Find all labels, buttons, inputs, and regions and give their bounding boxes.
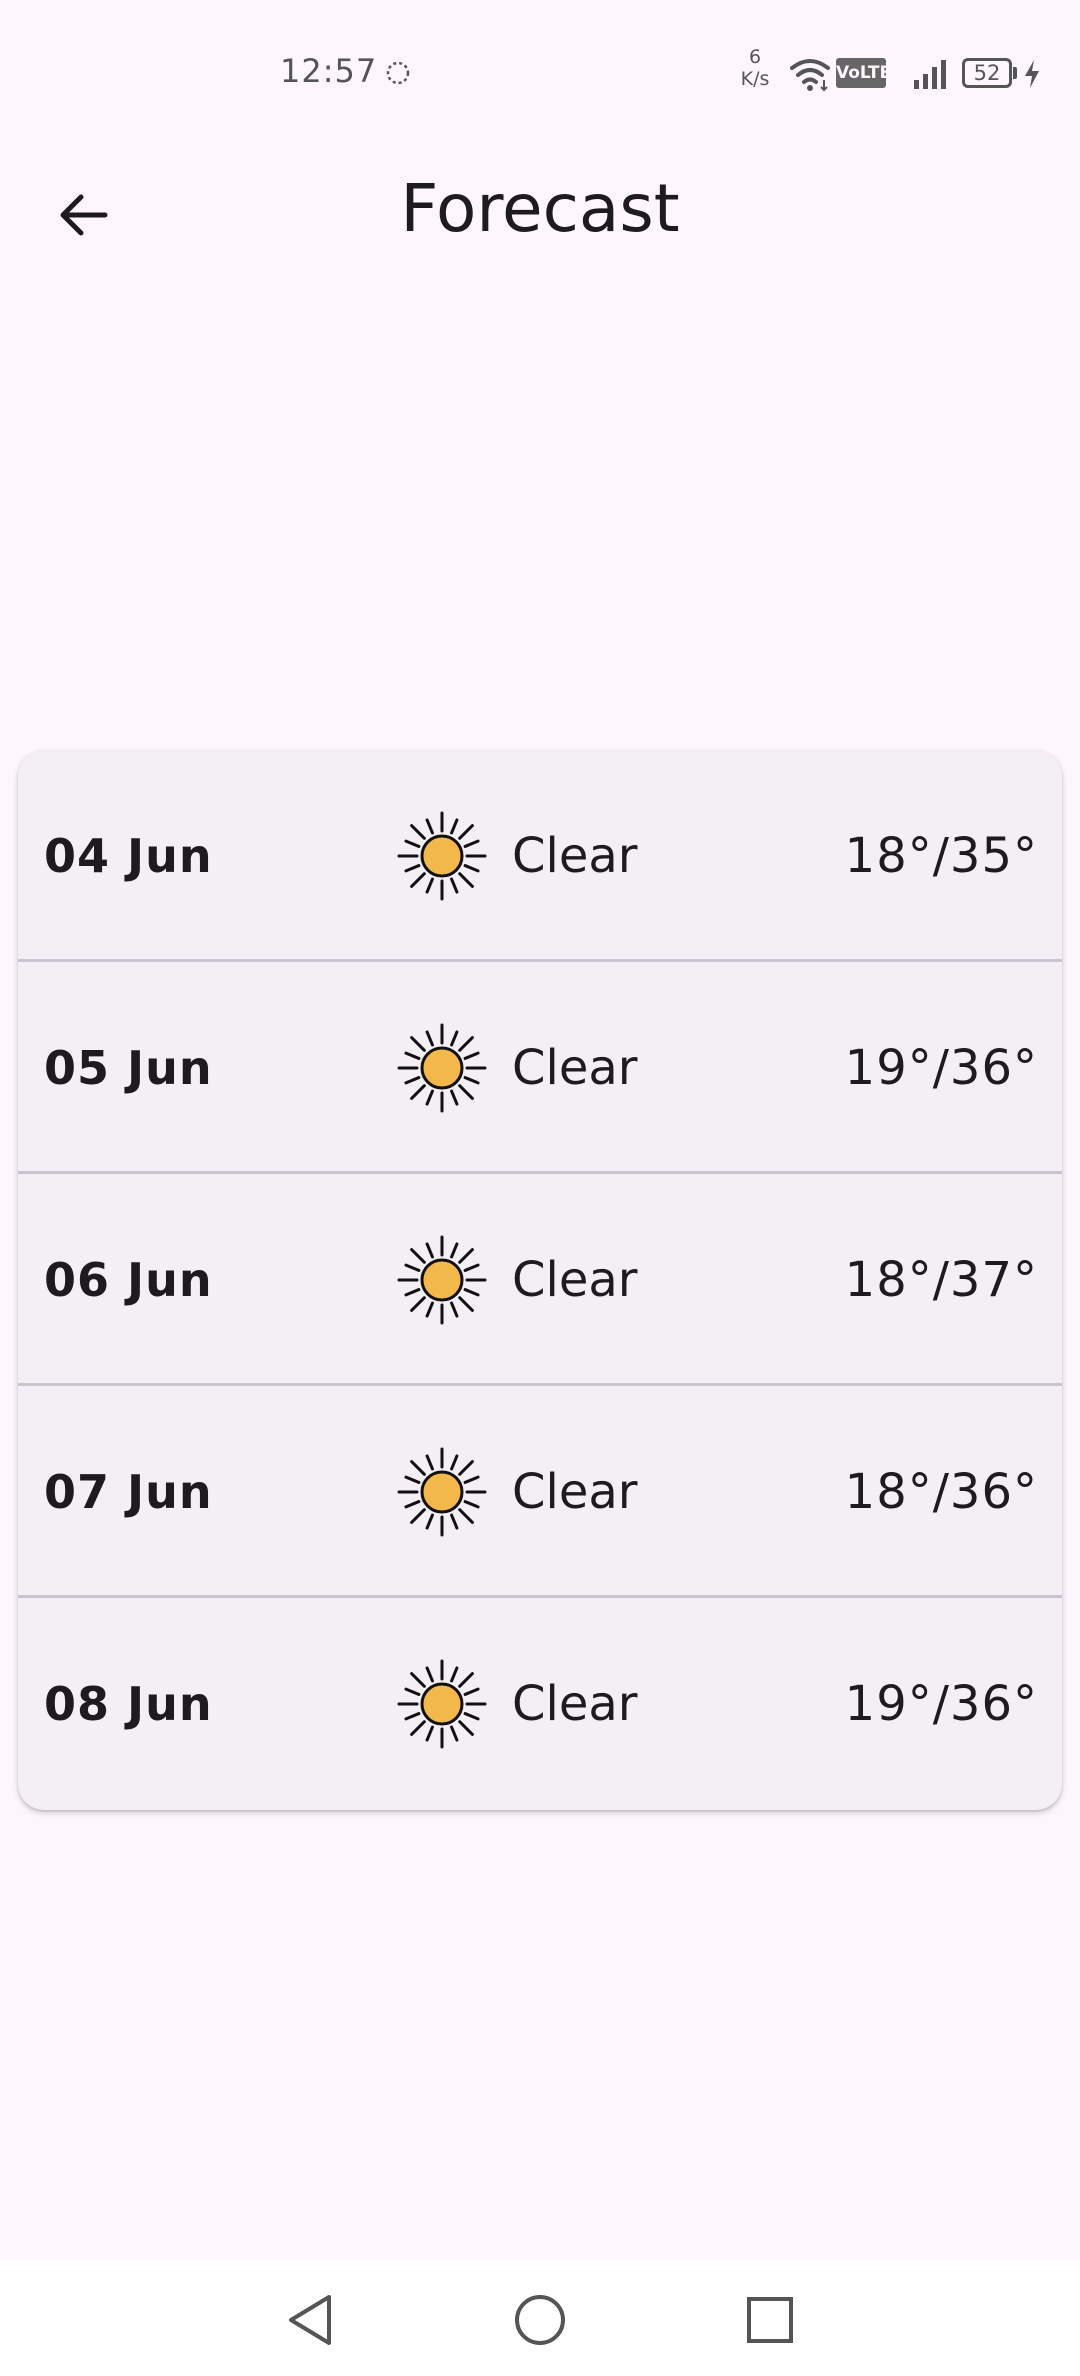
sync-icon <box>386 61 410 85</box>
forecast-row[interactable]: 04 Jun Clear 18°/35° <box>18 750 1062 962</box>
forecast-condition: Clear <box>512 1252 638 1308</box>
forecast-temps: 18°/35° <box>844 828 1038 884</box>
forecast-temps: 18°/37° <box>844 1252 1038 1308</box>
forecast-row[interactable]: 07 Jun Clear 18°/36° <box>18 1386 1062 1598</box>
forecast-row[interactable]: 06 Jun Clear 18°/37° <box>18 1174 1062 1386</box>
network-speed-value: 6 <box>748 46 762 68</box>
forecast-temps: 19°/36° <box>844 1040 1038 1096</box>
forecast-temps: 18°/36° <box>844 1464 1038 1520</box>
sun-icon <box>397 1023 487 1113</box>
nav-home-icon <box>515 2295 565 2345</box>
nav-recents-icon <box>747 2297 793 2343</box>
forecast-date: 05 Jun <box>44 1041 213 1095</box>
battery-icon: 52 <box>962 58 1012 88</box>
sun-icon <box>397 1235 487 1325</box>
signal-icon <box>914 60 946 89</box>
nav-back-button[interactable] <box>280 2290 340 2350</box>
forecast-row[interactable]: 05 Jun Clear 19°/36° <box>18 962 1062 1174</box>
sun-icon <box>397 1447 487 1537</box>
nav-home-button[interactable] <box>510 2290 570 2350</box>
forecast-condition: Clear <box>512 1676 638 1732</box>
forecast-row[interactable]: 08 Jun Clear 19°/36° <box>18 1598 1062 1810</box>
sun-icon <box>397 811 487 901</box>
network-speed: 6 K/s <box>732 46 778 90</box>
forecast-date: 08 Jun <box>44 1677 213 1731</box>
status-bar: 12:57 6 K/s VoLTE 52 <box>0 0 1080 150</box>
forecast-temps: 19°/36° <box>844 1676 1038 1732</box>
forecast-condition: Clear <box>512 1464 638 1520</box>
network-speed-unit: K/s <box>740 68 770 90</box>
forecast-condition: Clear <box>512 828 638 884</box>
forecast-date: 07 Jun <box>44 1465 213 1519</box>
nav-recents-button[interactable] <box>740 2290 800 2350</box>
battery-tip <box>1013 67 1017 79</box>
wifi-icon <box>790 59 830 92</box>
forecast-card: 04 Jun Clear 18°/35° 05 Jun Clear 19°/36… <box>18 750 1062 1810</box>
forecast-date: 06 Jun <box>44 1253 213 1307</box>
charging-icon <box>1025 60 1039 88</box>
status-time: 12:57 <box>280 52 378 90</box>
nav-back-icon <box>289 2295 331 2345</box>
app-bar: Forecast <box>0 150 1080 270</box>
forecast-condition: Clear <box>512 1040 638 1096</box>
volte-icon: VoLTE <box>836 58 891 88</box>
forecast-date: 04 Jun <box>44 829 213 883</box>
sun-icon <box>397 1659 487 1749</box>
system-nav-bar <box>0 2260 1080 2376</box>
page-title: Forecast <box>400 170 680 247</box>
